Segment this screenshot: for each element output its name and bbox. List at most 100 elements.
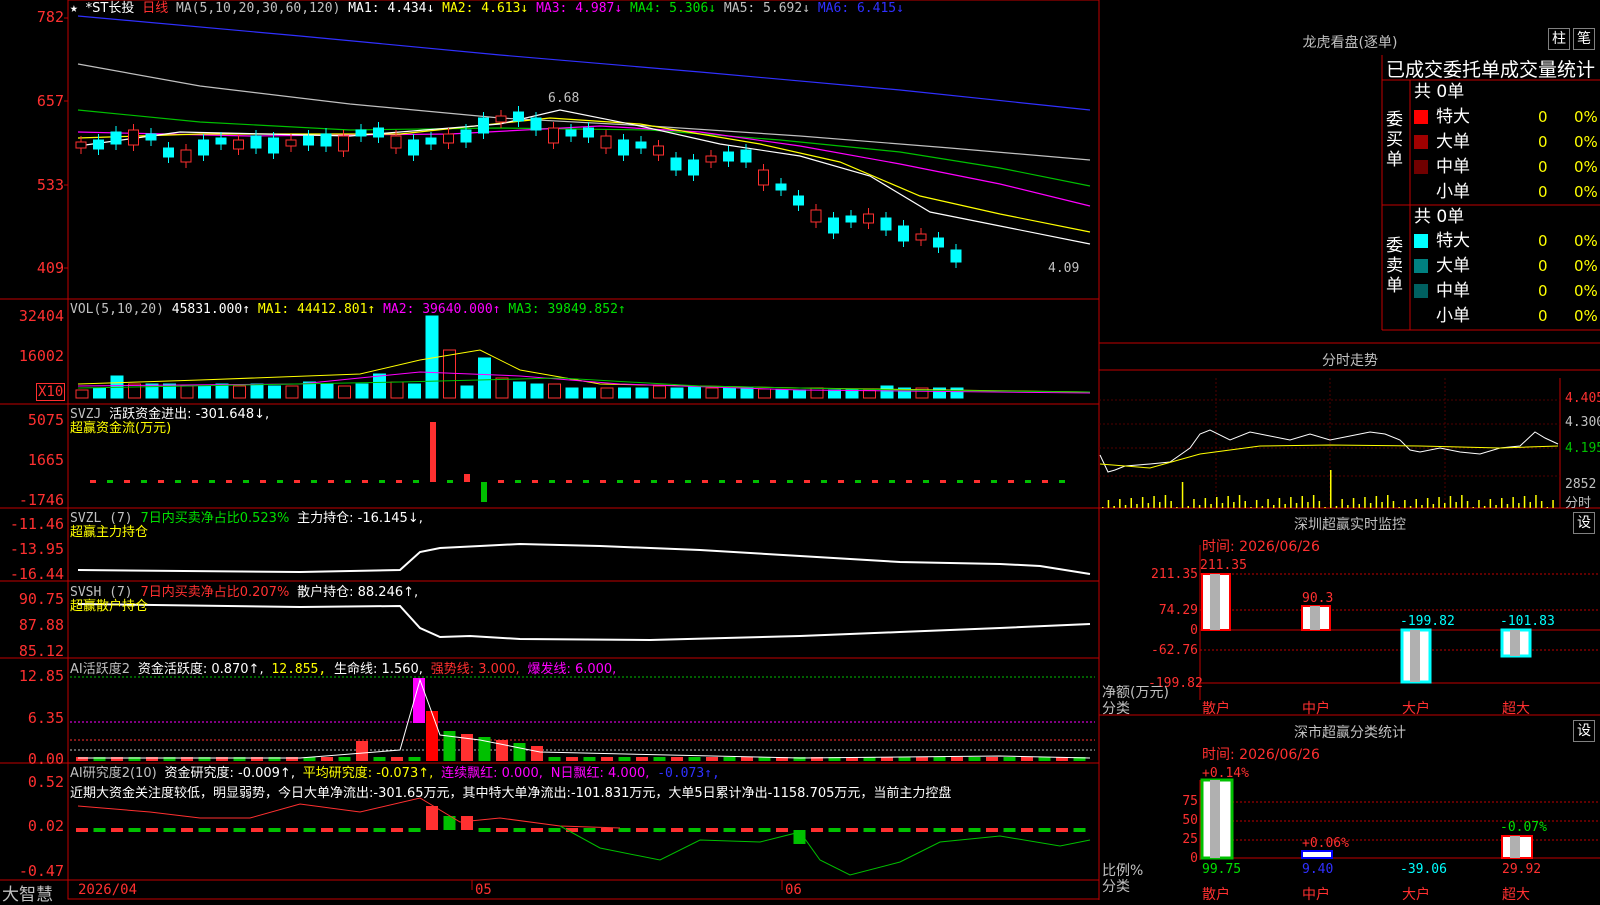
sz-time: 时间: 2026/06/26: [1202, 539, 1320, 555]
fs-volume-bar: [1409, 506, 1412, 508]
ss-value: -39.06: [1400, 862, 1447, 877]
sz-value: 211.35: [1200, 558, 1247, 573]
ai-active-v3: 生命线: 1.560,: [334, 662, 423, 677]
candle: [600, 135, 612, 149]
sz-cat: 超大: [1502, 701, 1530, 717]
order-name: 中单: [1436, 157, 1470, 177]
buy-section-label: 委买单: [1386, 110, 1403, 170]
svzj-sub: 超赢资金流(万元): [70, 421, 172, 436]
svzj-bar: [260, 480, 266, 483]
ai-research-bar: [601, 828, 613, 832]
volume-bar: [723, 387, 736, 399]
tick-view-button[interactable]: 笔: [1573, 28, 1595, 50]
ai-tick: 6.35: [27, 709, 64, 727]
order-count: 0: [1538, 133, 1548, 151]
ai-research-bar: [916, 828, 928, 832]
ai-active-bar: [1003, 757, 1016, 761]
ai-active-bar: [513, 743, 526, 761]
svzj-bar: [158, 480, 164, 483]
fs-volume-bar: [1147, 503, 1150, 508]
volume-bar: [705, 387, 719, 399]
brand-label[interactable]: 大智慧: [2, 880, 53, 905]
svzj-bar: [957, 480, 963, 483]
svsh-ratio: 7日内买卖净占比0.207%: [140, 585, 290, 600]
ss-title: 深市超赢分类统计: [1294, 725, 1406, 741]
ai-research-v5: -0.073↑,: [657, 766, 720, 781]
fs-volume-bar: [1375, 496, 1378, 508]
fs-volume-bar: [1267, 499, 1269, 508]
ss-settings-button[interactable]: 设: [1573, 720, 1595, 742]
sz-xlabel: 分类: [1102, 701, 1130, 717]
svzj-bar: [447, 480, 453, 483]
period-label[interactable]: 日线: [142, 1, 168, 16]
res-tick: 0.52: [27, 773, 64, 791]
star-icon[interactable]: ★: [70, 1, 78, 16]
ss-top: +0.06%: [1302, 836, 1349, 851]
svzj-bar: [566, 480, 572, 483]
order-name: 中单: [1436, 281, 1470, 301]
ai-active-bar: [426, 711, 438, 761]
order-count: 0: [1538, 158, 1548, 176]
ss-value: 99.75: [1202, 862, 1242, 877]
fs-volume-bar: [1210, 504, 1212, 508]
candle: [950, 249, 962, 263]
candle: [583, 127, 594, 138]
svzj-bar: [838, 480, 844, 483]
svzj-bar: [889, 480, 895, 483]
ss-top: +0.14%: [1202, 766, 1249, 781]
month-label: 05: [475, 882, 492, 898]
svsh-value: 散户持仓: 88.246↑,: [297, 585, 419, 600]
svzj-bar: [872, 480, 878, 483]
ai-research-bar: [828, 828, 841, 832]
svzj-bar: [430, 422, 436, 482]
fs-volume-bar: [1512, 497, 1514, 508]
volume-bar: [268, 385, 281, 399]
ai-active-bar: [321, 757, 333, 761]
fs-volume-bar: [1341, 499, 1343, 508]
candle: [880, 217, 892, 231]
vol-unit: X10: [36, 383, 66, 401]
svzj-bar: [1059, 480, 1065, 483]
ss-cat: 超大: [1502, 887, 1530, 903]
stock-name[interactable]: *ST长投: [86, 1, 135, 16]
volume-bar: [460, 385, 474, 399]
candle: [163, 147, 174, 158]
ai-research-bar: [408, 828, 421, 832]
candle: [460, 129, 472, 143]
fs-volume-bar: [1153, 496, 1155, 508]
fs-volume-bar: [1381, 502, 1383, 508]
order-row: 大单 0 0%: [1414, 131, 1600, 153]
volume-bar: [408, 383, 421, 399]
candle: [775, 183, 787, 191]
volume-bar: [373, 373, 386, 399]
svzj-bar: [481, 482, 487, 502]
candle: [145, 133, 157, 141]
fs-volume-bar: [1284, 504, 1286, 508]
sz-settings-button[interactable]: 设: [1573, 512, 1595, 534]
ai-research-bar: [583, 828, 596, 832]
candle: [705, 155, 717, 163]
fs-volume-bar: [1250, 507, 1252, 508]
candle: [635, 141, 647, 149]
ai-research-bar: [741, 828, 753, 832]
column-view-button[interactable]: 柱: [1548, 28, 1570, 50]
order-row: 小单 0 0%: [1414, 181, 1600, 203]
fs-volume-bar: [1261, 506, 1264, 508]
ss-tick: 25: [1182, 832, 1198, 847]
ai-research-bar: [391, 828, 403, 832]
fs-volume-bar: [1124, 505, 1127, 508]
ai-research-bar: [163, 828, 176, 832]
fs-volume-bar: [1535, 495, 1537, 508]
candle: [373, 127, 384, 138]
svsh-tick: 87.88: [18, 616, 64, 634]
order-name: 小单: [1436, 182, 1470, 202]
candle: [565, 129, 577, 137]
fs-volume-bar: [1466, 501, 1469, 508]
color-swatch: [1414, 309, 1428, 323]
ai-active-bar: [408, 757, 421, 761]
svzj-bar: [192, 480, 198, 483]
fs-volume-bar: [1358, 504, 1360, 508]
svzj-bar: [90, 480, 96, 483]
order-row: 特大 0 0%: [1414, 230, 1600, 252]
fs-volume-bar: [1102, 507, 1104, 508]
